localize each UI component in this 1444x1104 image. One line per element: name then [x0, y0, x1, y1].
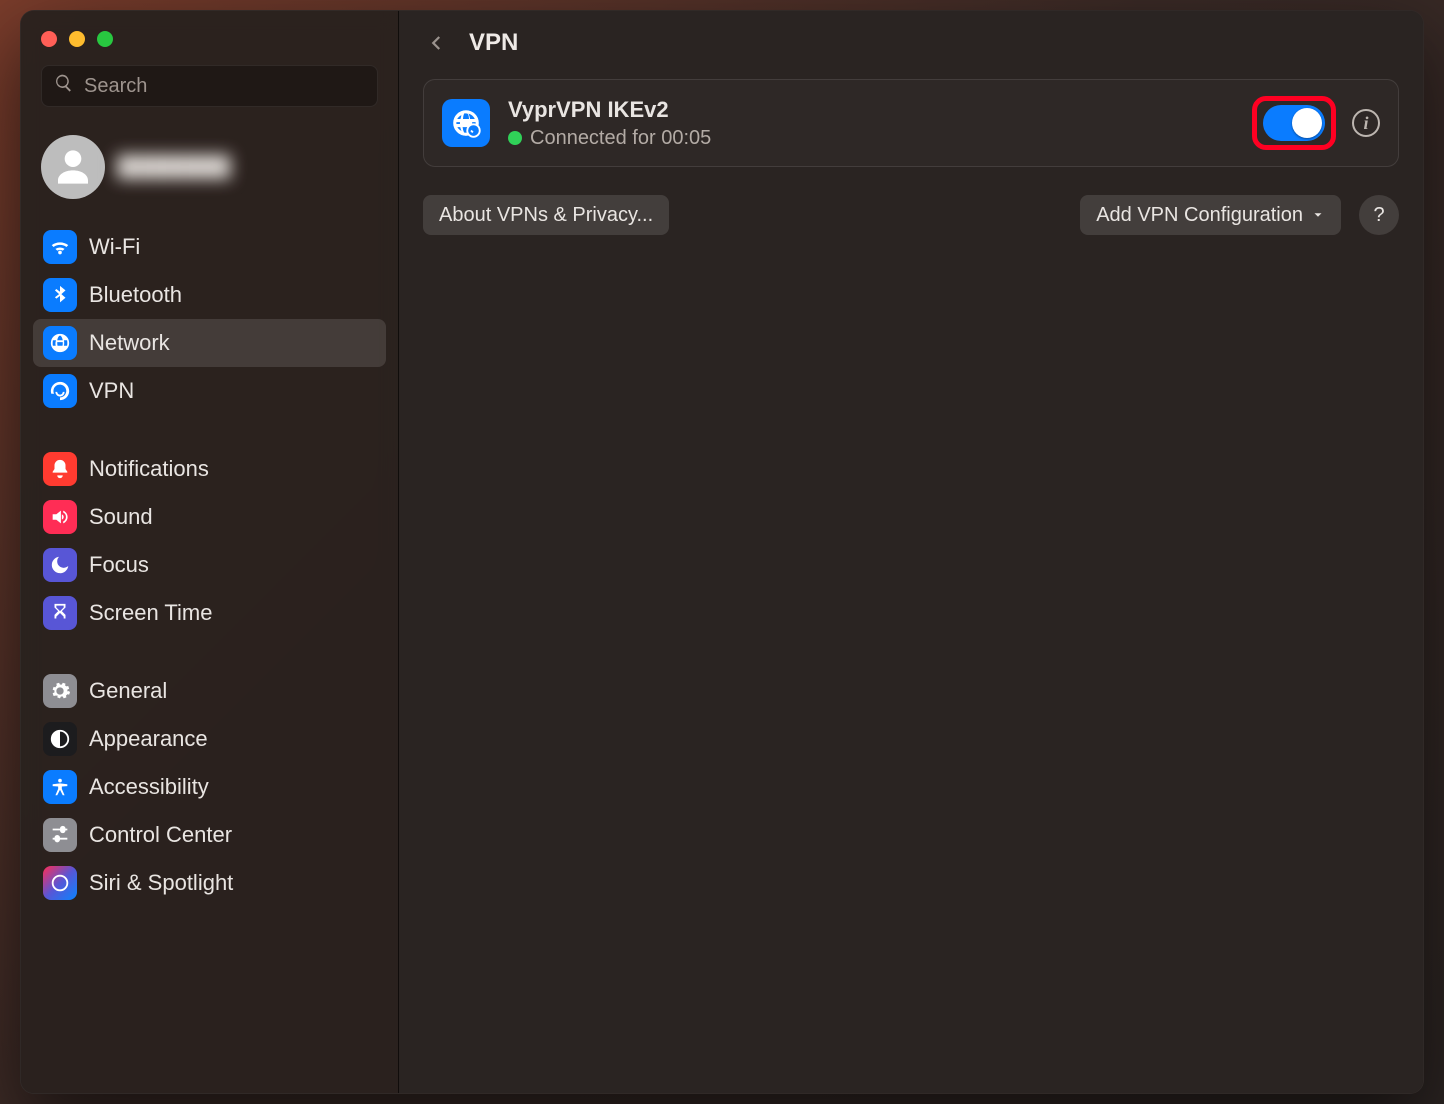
- about-vpns-button[interactable]: About VPNs & Privacy...: [423, 195, 669, 235]
- vpn-toggle[interactable]: [1263, 105, 1325, 141]
- vpn-connection-row: VyprVPN IKEv2 Connected for 00:05 i: [423, 79, 1399, 167]
- sidebar-item-controlcenter[interactable]: Control Center: [33, 811, 386, 859]
- main-content: VPN VyprVPN IKEv2 Connected for 00:05: [399, 11, 1423, 1093]
- accessibility-icon: [43, 770, 77, 804]
- zoom-window-button[interactable]: [97, 31, 113, 47]
- sidebar-item-label: Siri & Spotlight: [89, 870, 233, 896]
- vpn-info-button[interactable]: i: [1352, 109, 1380, 137]
- hourglass-icon: [43, 596, 77, 630]
- sidebar: ████████ Wi-Fi Bluetooth: [21, 11, 399, 1093]
- vpn-status-text: Connected for 00:05: [530, 127, 711, 150]
- sidebar-item-label: Accessibility: [89, 774, 209, 800]
- siri-icon: [43, 866, 77, 900]
- sidebar-item-sound[interactable]: Sound: [33, 493, 386, 541]
- moon-icon: [43, 548, 77, 582]
- back-button[interactable]: [423, 29, 451, 57]
- sliders-icon: [43, 818, 77, 852]
- sidebar-item-label: VPN: [89, 378, 134, 404]
- speaker-icon: [43, 500, 77, 534]
- search-icon: [54, 73, 74, 99]
- window-controls: [21, 25, 398, 65]
- button-label: ?: [1373, 204, 1384, 227]
- sidebar-item-label: Notifications: [89, 456, 209, 482]
- sidebar-item-label: General: [89, 678, 167, 704]
- sidebar-item-label: Sound: [89, 504, 153, 530]
- add-vpn-config-button[interactable]: Add VPN Configuration: [1080, 195, 1341, 235]
- sidebar-item-label: Network: [89, 330, 170, 356]
- minimize-window-button[interactable]: [69, 31, 85, 47]
- sidebar-item-screentime[interactable]: Screen Time: [33, 589, 386, 637]
- appearance-icon: [43, 722, 77, 756]
- gear-icon: [43, 674, 77, 708]
- globe-icon: [43, 326, 77, 360]
- sidebar-item-notifications[interactable]: Notifications: [33, 445, 386, 493]
- sidebar-item-focus[interactable]: Focus: [33, 541, 386, 589]
- sidebar-item-bluetooth[interactable]: Bluetooth: [33, 271, 386, 319]
- sidebar-item-siri[interactable]: Siri & Spotlight: [33, 859, 386, 907]
- sidebar-item-label: Bluetooth: [89, 282, 182, 308]
- search-input[interactable]: [84, 75, 365, 98]
- apple-id-row[interactable]: ████████: [21, 125, 398, 217]
- system-settings-window: ████████ Wi-Fi Bluetooth: [20, 10, 1424, 1094]
- status-dot-icon: [508, 131, 522, 145]
- page-title: VPN: [469, 29, 518, 57]
- sidebar-item-label: Wi-Fi: [89, 234, 140, 260]
- sidebar-item-general[interactable]: General: [33, 667, 386, 715]
- highlight-annotation: [1252, 96, 1336, 150]
- sidebar-item-appearance[interactable]: Appearance: [33, 715, 386, 763]
- bluetooth-icon: [43, 278, 77, 312]
- close-window-button[interactable]: [41, 31, 57, 47]
- button-label: Add VPN Configuration: [1096, 204, 1303, 227]
- sidebar-item-label: Focus: [89, 552, 149, 578]
- sidebar-item-label: Appearance: [89, 726, 208, 752]
- vpn-name: VyprVPN IKEv2: [508, 97, 1234, 123]
- vpn-globe-icon: [442, 99, 490, 147]
- sidebar-item-label: Control Center: [89, 822, 232, 848]
- sidebar-item-vpn[interactable]: VPN: [33, 367, 386, 415]
- wifi-icon: [43, 230, 77, 264]
- button-label: About VPNs & Privacy...: [439, 204, 653, 227]
- chevron-down-icon: [1311, 208, 1325, 222]
- sidebar-item-label: Screen Time: [89, 600, 213, 626]
- user-avatar-icon: [41, 135, 105, 199]
- user-name: ████████: [117, 156, 230, 179]
- titlebar: VPN: [399, 11, 1423, 79]
- help-button[interactable]: ?: [1359, 195, 1399, 235]
- sidebar-item-accessibility[interactable]: Accessibility: [33, 763, 386, 811]
- vpn-icon: [43, 374, 77, 408]
- bell-icon: [43, 452, 77, 486]
- sidebar-item-network[interactable]: Network: [33, 319, 386, 367]
- search-field[interactable]: [41, 65, 378, 107]
- sidebar-item-wifi[interactable]: Wi-Fi: [33, 223, 386, 271]
